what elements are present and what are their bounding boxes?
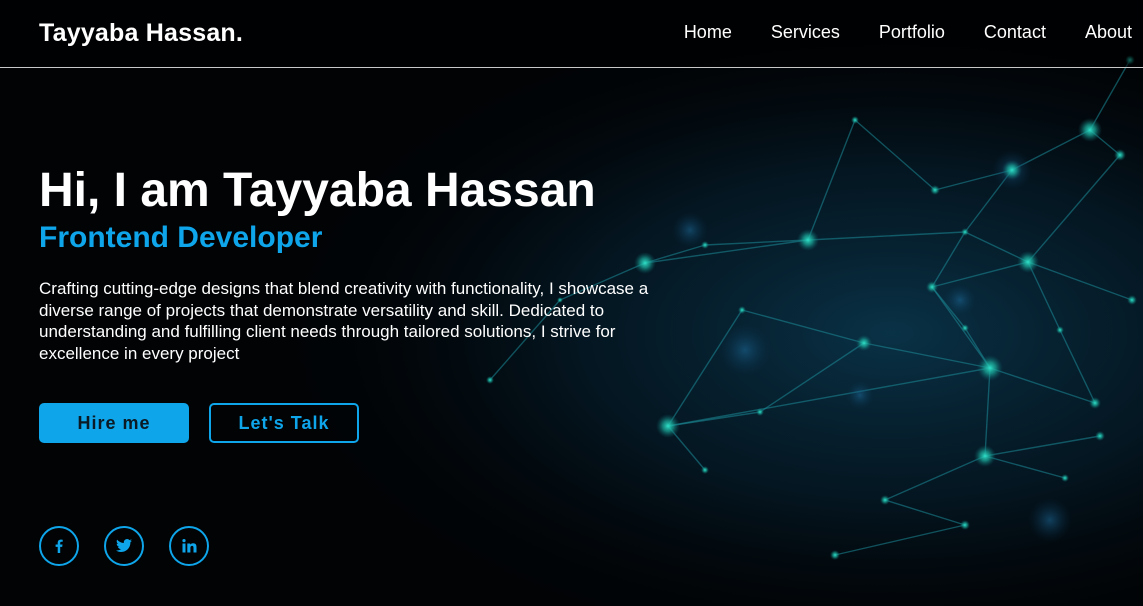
network-node bbox=[961, 324, 969, 332]
network-node bbox=[1056, 326, 1064, 334]
network-blur-blob bbox=[1028, 498, 1072, 542]
hire-me-button[interactable]: Hire me bbox=[39, 403, 189, 443]
network-node bbox=[851, 116, 859, 124]
network-node bbox=[1078, 118, 1102, 142]
nav-portfolio[interactable]: Portfolio bbox=[879, 22, 945, 43]
network-node bbox=[961, 228, 969, 236]
site-header: Tayyaba Hassan. Home Services Portfolio … bbox=[0, 0, 1143, 68]
site-logo[interactable]: Tayyaba Hassan. bbox=[39, 19, 243, 48]
network-node bbox=[926, 281, 938, 293]
network-node bbox=[1114, 149, 1126, 161]
facebook-icon bbox=[55, 539, 63, 553]
network-blur-blob bbox=[944, 284, 976, 316]
network-node bbox=[960, 520, 970, 530]
facebook-link[interactable] bbox=[39, 526, 79, 566]
network-node bbox=[1127, 295, 1137, 305]
main-nav: Home Services Portfolio Contact About bbox=[645, 22, 1132, 43]
portfolio-page: Tayyaba Hassan. Home Services Portfolio … bbox=[0, 0, 1143, 606]
network-node bbox=[738, 306, 746, 314]
nav-services[interactable]: Services bbox=[771, 22, 840, 43]
network-node bbox=[634, 252, 656, 274]
network-node bbox=[701, 241, 709, 249]
twitter-link[interactable] bbox=[104, 526, 144, 566]
network-node bbox=[880, 495, 890, 505]
network-blur-blob bbox=[719, 324, 771, 376]
network-node bbox=[1061, 474, 1069, 482]
network-node bbox=[974, 445, 996, 467]
lets-talk-button[interactable]: Let's Talk bbox=[209, 403, 359, 443]
linkedin-link[interactable] bbox=[169, 526, 209, 566]
network-node bbox=[1017, 251, 1039, 273]
network-node bbox=[930, 185, 940, 195]
network-blur-blob bbox=[846, 381, 874, 409]
hero-role: Frontend Developer bbox=[39, 221, 323, 254]
network-node bbox=[797, 229, 819, 251]
network-node bbox=[856, 335, 872, 351]
network-node bbox=[830, 550, 840, 560]
twitter-icon bbox=[116, 539, 132, 552]
hero-title: Hi, I am Tayyaba Hassan bbox=[39, 164, 596, 217]
network-node bbox=[656, 414, 680, 438]
network-node bbox=[1089, 397, 1101, 409]
network-node bbox=[486, 376, 494, 384]
network-node bbox=[1002, 160, 1022, 180]
nav-about[interactable]: About bbox=[1085, 22, 1132, 43]
nav-home[interactable]: Home bbox=[684, 22, 732, 43]
linkedin-icon bbox=[182, 539, 197, 553]
network-node bbox=[756, 408, 764, 416]
nav-contact[interactable]: Contact bbox=[984, 22, 1046, 43]
network-node bbox=[701, 466, 709, 474]
hero-description: Crafting cutting-edge designs that blend… bbox=[39, 279, 649, 363]
network-node bbox=[977, 355, 1003, 381]
network-node bbox=[1095, 431, 1105, 441]
